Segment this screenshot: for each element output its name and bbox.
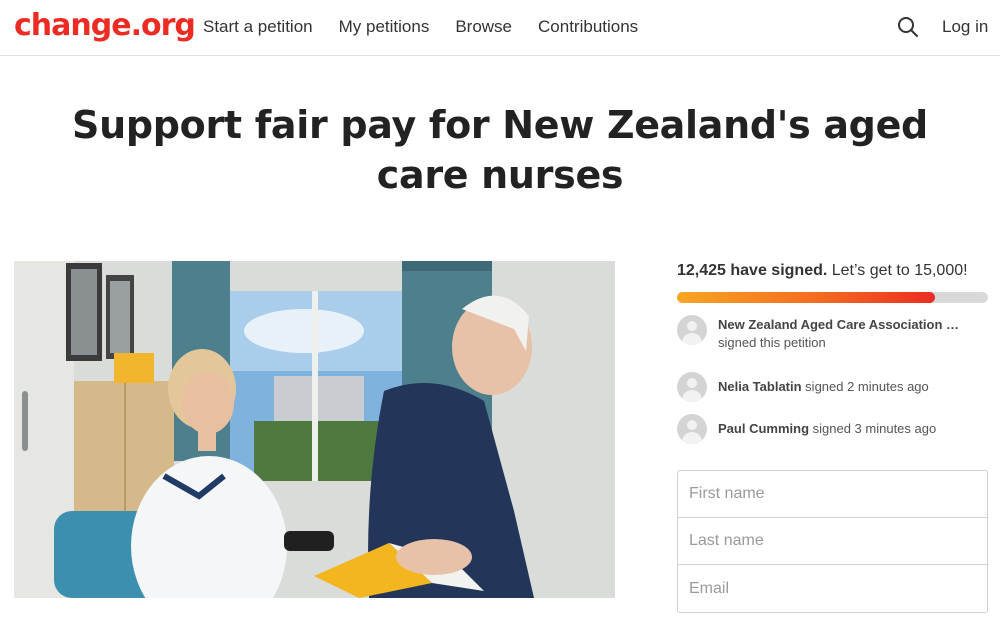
main-nav: Start a petition My petitions Browse Con…: [203, 17, 638, 37]
first-name-field[interactable]: [678, 471, 987, 518]
signature-goal-text: Let’s get to 15,000!: [827, 262, 968, 279]
signer-text: New Zealand Aged Care Association W... s…: [718, 315, 968, 352]
top-navigation-bar: change.org Start a petition My petitions…: [0, 0, 1000, 56]
nav-start-petition[interactable]: Start a petition: [203, 17, 313, 37]
signature-sidebar: 12,425 have signed. Let’s get to 15,000!…: [677, 262, 988, 444]
signature-progress-bar: [677, 292, 988, 303]
signer-action: signed 3 minutes ago: [809, 421, 937, 436]
signer-name: Nelia Tablatin: [718, 379, 802, 394]
signature-progress-fill: [677, 292, 935, 303]
avatar: [677, 372, 707, 402]
signer-text: Paul Cumming signed 3 minutes ago: [718, 414, 936, 438]
change-org-logo[interactable]: change.org: [14, 8, 196, 43]
signed-count-text: 12,425 have signed.: [677, 262, 828, 279]
signer-action: signed this petition: [718, 335, 826, 350]
nav-my-petitions[interactable]: My petitions: [339, 17, 430, 37]
recent-signer: New Zealand Aged Care Association W... s…: [677, 315, 988, 352]
email-field[interactable]: [678, 565, 987, 612]
avatar: [677, 315, 707, 345]
petition-photo: [14, 261, 615, 598]
login-link[interactable]: Log in: [942, 17, 988, 37]
recent-signer: Nelia Tablatin signed 2 minutes ago: [677, 372, 988, 402]
signer-name: Paul Cumming: [718, 421, 810, 436]
petition-photo-illustration: [14, 261, 615, 598]
recent-signer: Paul Cumming signed 3 minutes ago: [677, 414, 988, 444]
avatar: [677, 414, 707, 444]
signer-name: New Zealand Aged Care Association W...: [718, 317, 968, 332]
sign-petition-form: [677, 470, 988, 613]
petition-title: Support fair pay for New Zealand's aged …: [72, 103, 928, 197]
last-name-field[interactable]: [678, 518, 987, 565]
signature-count: 12,425 have signed. Let’s get to 15,000!: [677, 262, 988, 280]
search-icon[interactable]: [897, 16, 919, 38]
nav-browse[interactable]: Browse: [455, 17, 512, 37]
nav-contributions[interactable]: Contributions: [538, 17, 638, 37]
signer-text: Nelia Tablatin signed 2 minutes ago: [718, 372, 929, 396]
signer-action: signed 2 minutes ago: [801, 379, 929, 394]
